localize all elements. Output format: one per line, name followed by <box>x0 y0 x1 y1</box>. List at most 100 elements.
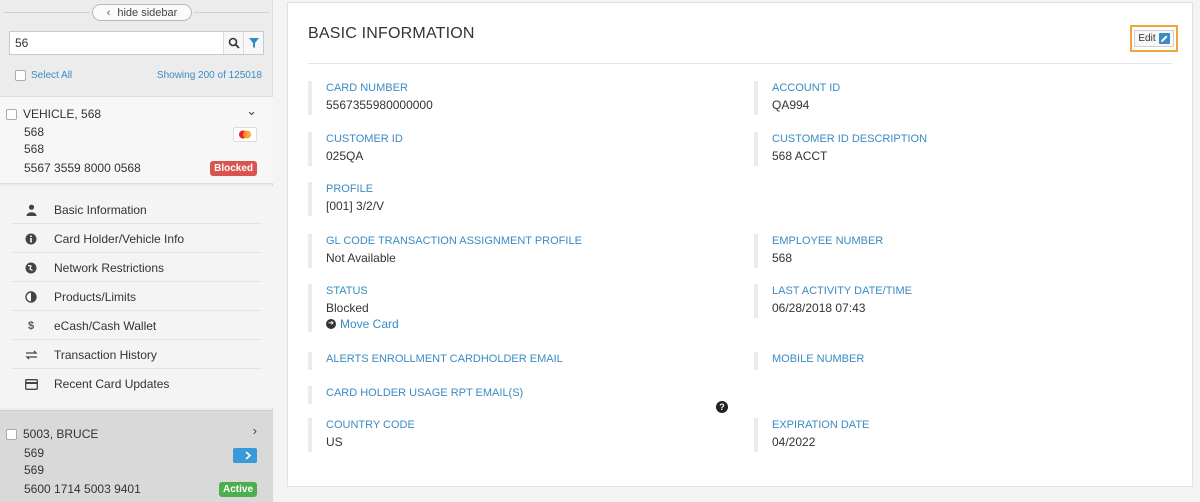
card-header: 5003, BRUCE <box>6 427 98 441</box>
arrow-right-circle-icon: ➜ <box>326 319 336 329</box>
field-label: GL CODE TRANSACTION ASSIGNMENT PROFILE <box>326 235 582 247</box>
card-checkbox[interactable] <box>6 428 17 440</box>
field-employee-number: EMPLOYEE NUMBER 568 <box>754 234 883 268</box>
hide-sidebar-label: hide sidebar <box>117 6 178 19</box>
card-list-item[interactable]: VEHICLE, 568 ⌄ 568 568 5567 3559 8000 05… <box>0 96 273 184</box>
field-mobile-number: MOBILE NUMBER <box>754 352 864 370</box>
field-value: 06/28/2018 07:43 <box>772 301 866 315</box>
field-value: [001] 3/2/V <box>326 199 385 213</box>
card-name: VEHICLE, 568 <box>23 107 102 121</box>
field-customer-id: CUSTOMER ID 025QA <box>308 132 403 166</box>
divider-right <box>194 12 269 13</box>
card-line1: 568 <box>24 125 45 139</box>
field-value: 568 ACCT <box>772 149 828 163</box>
hide-sidebar-button[interactable]: ‹ hide sidebar <box>92 4 192 21</box>
mastercard-icon <box>233 127 257 142</box>
move-card-link[interactable]: ➜ Move Card <box>326 316 399 332</box>
field-label: EXPIRATION DATE <box>772 419 870 431</box>
select-all-checkbox[interactable] <box>15 69 26 81</box>
search-icon <box>228 37 240 49</box>
field-customer-id-description: CUSTOMER ID DESCRIPTION 568 ACCT <box>754 132 927 166</box>
field-expiration-date: EXPIRATION DATE 04/2022 <box>754 418 869 452</box>
title-divider <box>308 63 1172 64</box>
page-title: BASIC INFORMATION <box>308 25 475 42</box>
field-label: LAST ACTIVITY DATE/TIME <box>772 285 912 297</box>
field-gl-code: GL CODE TRANSACTION ASSIGNMENT PROFILE N… <box>308 234 582 268</box>
menu-item-basic-information[interactable]: Basic Information <box>12 196 262 224</box>
edit-button-inner: Edit <box>1134 30 1174 47</box>
search-box: 56 <box>9 31 264 55</box>
menu-item-recent-card-updates[interactable]: Recent Card Updates <box>12 370 262 398</box>
menu-label: Products/Limits <box>54 289 137 304</box>
field-value: 04/2022 <box>772 435 816 449</box>
card-checkbox[interactable] <box>6 108 17 120</box>
field-usage-rpt-email: CARD HOLDER USAGE RPT EMAIL(S) <box>308 386 523 404</box>
card-line1: 569 <box>24 446 45 460</box>
menu-item-ecash-wallet[interactable]: $ eCash/Cash Wallet <box>12 312 262 340</box>
card-detail-menu: Basic Information Card Holder/Vehicle In… <box>0 186 273 408</box>
field-label: CUSTOMER ID <box>326 133 403 145</box>
menu-label: Transaction History <box>54 347 157 362</box>
menu-item-products-limits[interactable]: Products/Limits <box>12 283 262 311</box>
menu-label: Recent Card Updates <box>54 377 170 391</box>
menu-label: Card Holder/Vehicle Info <box>54 231 185 246</box>
basic-information-panel: BASIC INFORMATION Edit CARD NUMBER 55673… <box>287 2 1193 487</box>
chevron-right-icon[interactable]: › <box>253 423 257 438</box>
sidebar: ‹ hide sidebar 56 Select All Showing 200… <box>0 0 273 502</box>
field-alerts-email: ALERTS ENROLLMENT CARDHOLDER EMAIL <box>308 352 563 370</box>
transfer-icon <box>24 348 38 362</box>
field-label: PROFILE <box>326 183 374 195</box>
menu-item-card-holder[interactable]: Card Holder/Vehicle Info <box>12 225 262 253</box>
field-label: MOBILE NUMBER <box>772 353 865 365</box>
dollar-icon: $ <box>27 319 35 332</box>
move-card-label: Move Card <box>340 317 399 331</box>
field-country-code: COUNTRY CODE US <box>308 418 415 452</box>
menu-label: eCash/Cash Wallet <box>54 318 157 333</box>
field-status: STATUS Blocked ➜ Move Card <box>308 284 399 332</box>
card-number: 5567 3559 8000 0568 <box>24 161 141 175</box>
field-label: EMPLOYEE NUMBER <box>772 235 884 247</box>
filter-icon <box>248 38 259 48</box>
menu-label: Basic Information <box>54 202 147 217</box>
field-label: ACCOUNT ID <box>772 82 841 94</box>
select-row: Select All Showing 200 of 125018 <box>15 68 262 82</box>
field-last-activity: LAST ACTIVITY DATE/TIME 06/28/2018 07:43 <box>754 284 912 318</box>
edit-label: Edit <box>1138 33 1156 44</box>
divider-left <box>4 12 90 13</box>
help-icon[interactable]: ? <box>716 401 728 413</box>
pencil-icon <box>1158 33 1170 44</box>
select-all-label[interactable]: Select All <box>31 70 72 81</box>
field-profile: PROFILE [001] 3/2/V <box>308 182 384 216</box>
half-circle-icon <box>24 290 38 304</box>
card-line2: 568 <box>24 142 45 156</box>
field-value: Blocked <box>326 301 369 315</box>
hide-sidebar-row: ‹ hide sidebar <box>0 4 273 21</box>
edit-button[interactable]: Edit <box>1130 25 1178 52</box>
field-label: ALERTS ENROLLMENT CARDHOLDER EMAIL <box>326 353 563 365</box>
card-name: 5003, BRUCE <box>23 427 99 441</box>
field-value: QA994 <box>772 98 810 112</box>
chevron-down-icon[interactable]: ⌄ <box>246 103 257 119</box>
card-list-item[interactable]: 5003, BRUCE › 569 569 5600 1714 5003 940… <box>0 410 273 502</box>
status-badge: Blocked <box>210 161 257 176</box>
search-button[interactable] <box>223 32 243 54</box>
filter-button[interactable] <box>243 32 263 54</box>
field-value: 025QA <box>326 149 364 163</box>
field-label: CARD HOLDER USAGE RPT EMAIL(S) <box>326 387 524 399</box>
search-input[interactable]: 56 <box>10 32 223 54</box>
card-brand-icon <box>233 448 257 463</box>
menu-item-network-restrictions[interactable]: Network Restrictions <box>12 254 262 282</box>
field-label: CARD NUMBER <box>326 82 408 94</box>
showing-count: Showing 200 of 125018 <box>156 69 262 81</box>
field-label: COUNTRY CODE <box>326 419 415 431</box>
globe-icon <box>24 261 38 275</box>
field-value: 5567355980000000 <box>326 98 433 112</box>
status-badge: Active <box>218 482 257 497</box>
chevron-left-icon: ‹ <box>106 6 111 19</box>
menu-item-transaction-history[interactable]: Transaction History <box>12 341 262 369</box>
menu-label: Network Restrictions <box>54 260 165 275</box>
field-card-number: CARD NUMBER 5567355980000000 <box>308 81 433 115</box>
field-label: CUSTOMER ID DESCRIPTION <box>772 133 928 145</box>
card-number: 5600 1714 5003 9401 <box>24 482 141 496</box>
card-header: VEHICLE, 568 <box>6 107 101 121</box>
